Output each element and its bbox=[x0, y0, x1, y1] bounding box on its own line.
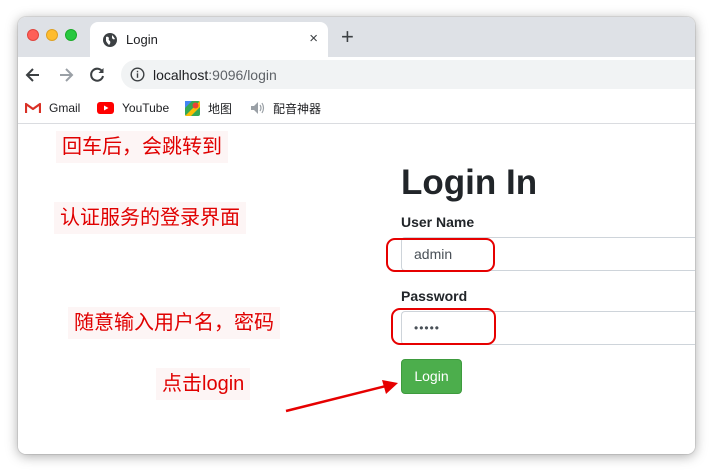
login-button[interactable]: Login bbox=[401, 359, 462, 394]
tab-close-icon[interactable]: × bbox=[309, 30, 318, 48]
gmail-icon bbox=[25, 102, 41, 113]
url-path: :9096/login bbox=[208, 67, 277, 83]
back-arrow-icon[interactable] bbox=[23, 65, 43, 85]
bookmark-label: 配音神器 bbox=[273, 101, 322, 116]
globe-icon bbox=[103, 33, 117, 47]
youtube-icon bbox=[97, 102, 114, 114]
bookmarks-bar: Gmail YouTube 地图 配音神器 bbox=[18, 93, 695, 124]
bookmark-maps[interactable]: 地图 bbox=[185, 100, 232, 116]
forward-arrow-icon[interactable] bbox=[56, 65, 76, 85]
browser-toolbar: localhost:9096/login bbox=[18, 57, 695, 93]
bookmark-peiyin[interactable]: 配音神器 bbox=[250, 100, 321, 116]
bookmark-gmail[interactable]: Gmail bbox=[25, 100, 80, 116]
annotation-redirect: 回车后，会跳转到 bbox=[56, 131, 228, 163]
new-tab-button[interactable]: + bbox=[341, 26, 354, 48]
annotation-auth-page: 认证服务的登录界面 bbox=[54, 202, 246, 234]
annotation-circle-password bbox=[391, 308, 496, 345]
reload-icon[interactable] bbox=[87, 65, 107, 85]
tab-strip: Login × + bbox=[18, 17, 695, 57]
bookmark-youtube[interactable]: YouTube bbox=[97, 100, 169, 116]
tab-login[interactable]: Login × bbox=[90, 22, 328, 57]
url-host: localhost bbox=[153, 67, 209, 83]
annotation-arrow bbox=[285, 380, 398, 413]
tab-title: Login bbox=[126, 32, 158, 47]
username-label: User Name bbox=[401, 214, 475, 230]
info-icon[interactable] bbox=[130, 67, 145, 82]
speaker-icon bbox=[251, 102, 265, 114]
maps-icon bbox=[185, 100, 200, 116]
bookmark-label: YouTube bbox=[122, 101, 170, 115]
window-maximize-button[interactable] bbox=[65, 29, 77, 41]
url-text: localhost:9096/login bbox=[153, 67, 277, 83]
window-close-button[interactable] bbox=[27, 29, 39, 41]
address-bar[interactable]: localhost:9096/login bbox=[121, 60, 695, 89]
password-label: Password bbox=[401, 288, 468, 304]
page-content: 回车后，会跳转到 认证服务的登录界面 随意输入用户名，密码 点击login Lo… bbox=[18, 125, 695, 454]
annotation-enter-credentials: 随意输入用户名，密码 bbox=[68, 307, 280, 339]
bookmark-label: 地图 bbox=[208, 101, 233, 116]
bookmark-label: Gmail bbox=[49, 101, 81, 115]
annotation-click-login: 点击login bbox=[156, 368, 251, 400]
page-title: Login In bbox=[401, 163, 538, 202]
annotation-circle-username bbox=[386, 238, 495, 272]
window-minimize-button[interactable] bbox=[46, 29, 58, 41]
browser-window: Login × + localhost:9096/login Gmail You… bbox=[18, 17, 695, 454]
